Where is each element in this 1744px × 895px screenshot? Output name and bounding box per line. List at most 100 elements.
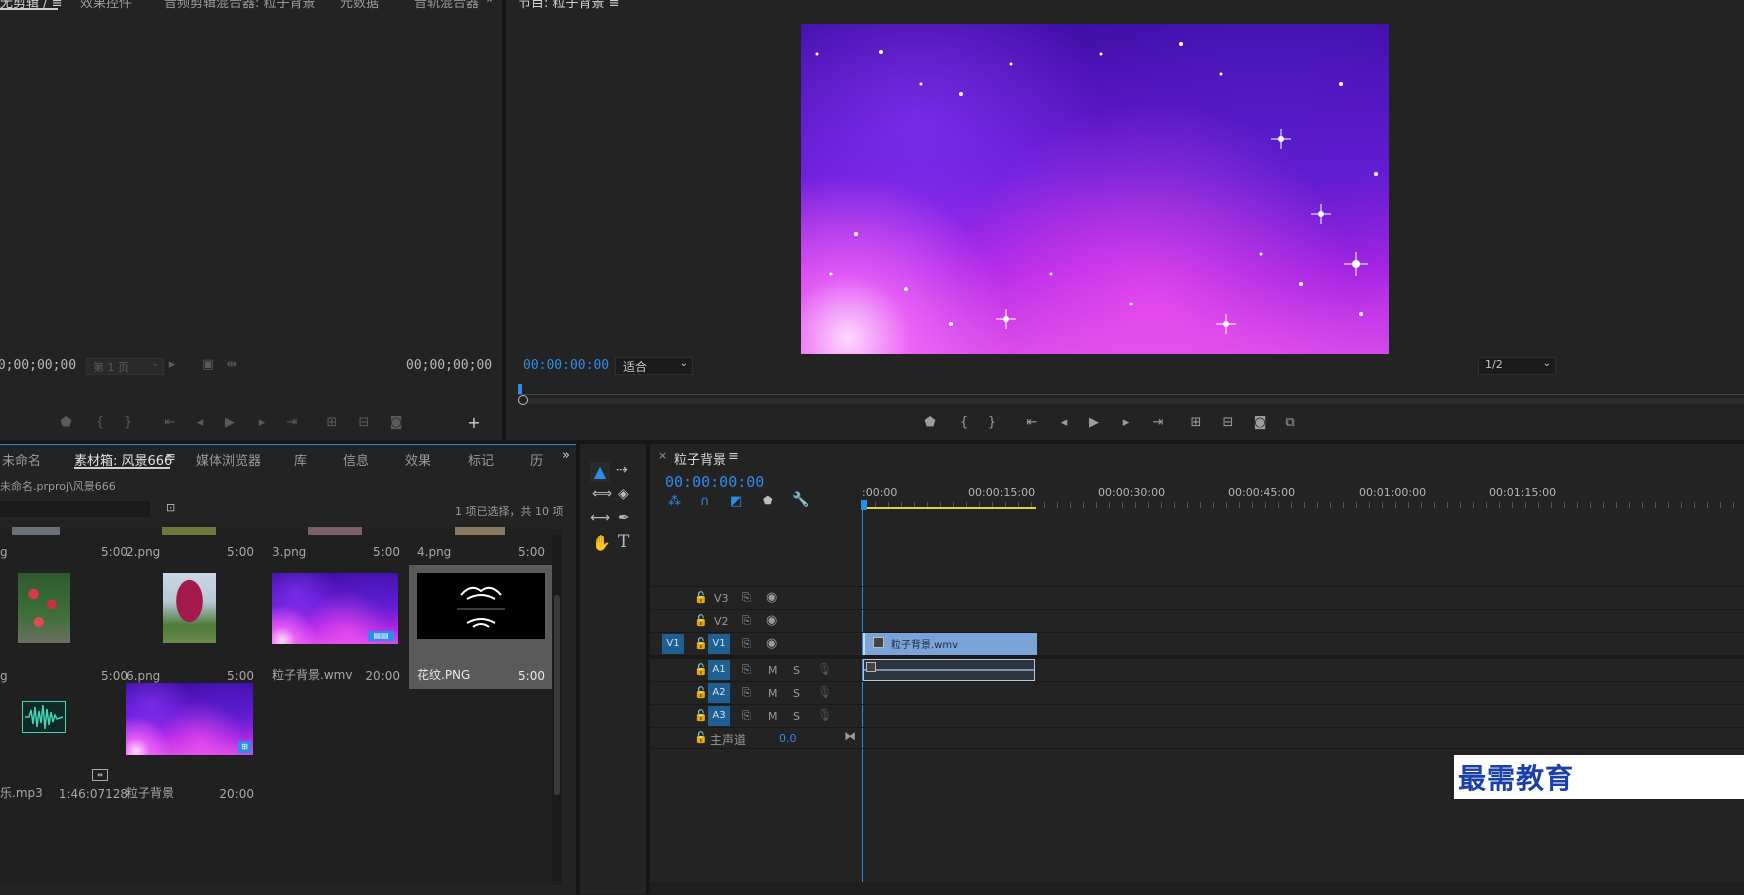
add-button-icon[interactable]: + <box>464 414 484 432</box>
go-to-in-icon[interactable]: ⇤ <box>160 414 180 432</box>
bin-item[interactable]: g 5:00 <box>0 565 136 689</box>
bin-item[interactable]: ⊞ 粒子背景 20:00 <box>118 683 262 807</box>
add-marker-icon[interactable]: ⬟ <box>763 494 773 507</box>
playhead-head[interactable] <box>861 500 867 510</box>
overwrite-clip-icon[interactable]: ⊟ <box>354 414 374 432</box>
go-to-out-icon[interactable]: ⇥ <box>1148 414 1168 432</box>
mark-in-icon[interactable]: { <box>954 414 974 432</box>
lock-icon[interactable]: 🔓 <box>694 731 708 744</box>
track-label-a2[interactable]: A2 <box>708 683 730 703</box>
lock-icon[interactable]: 🔓 <box>694 591 708 604</box>
sync-lock-icon[interactable]: ⎘ <box>742 614 751 628</box>
scrub-handle[interactable] <box>518 395 528 405</box>
scrollbar-thumb[interactable] <box>554 595 560 795</box>
microphone-icon[interactable]: 🎙 <box>817 708 832 722</box>
extract-icon[interactable]: ⊟ <box>1218 414 1238 432</box>
mark-out-icon[interactable]: } <box>118 414 138 432</box>
solo-button[interactable]: S <box>793 710 800 723</box>
bin-scrollbar[interactable] <box>552 535 562 881</box>
track-select-tool-icon[interactable]: ⇢ <box>616 462 628 478</box>
resolution-select[interactable]: 1/2 ⌄ <box>1478 357 1556 375</box>
page-select[interactable]: 第 1 页 ⌄ <box>86 358 164 375</box>
comparison-view-icon[interactable]: ⧉ <box>1280 414 1300 432</box>
bin-item[interactable]: 4.png 5:00 <box>409 441 553 565</box>
lock-icon[interactable]: 🔓 <box>694 663 708 676</box>
magnet-icon[interactable]: ∩ <box>700 494 710 509</box>
timeline-timecode[interactable]: 00:00:00:00 <box>665 473 764 491</box>
marker-icon[interactable]: ⬟ <box>56 414 76 432</box>
play-arrow-icon[interactable]: ▸ <box>162 356 182 374</box>
settings-icon[interactable]: ▣ <box>198 356 218 374</box>
bin-item[interactable]: 2.png 5:00 <box>118 441 262 565</box>
step-back-icon[interactable]: ◂ <box>190 414 210 432</box>
master-volume-value[interactable]: 0.0 <box>779 732 797 745</box>
track-label-v1[interactable]: V1 <box>708 634 730 654</box>
lock-icon[interactable]: 🔓 <box>694 709 708 722</box>
track-label-a3[interactable]: A3 <box>708 706 730 726</box>
eye-icon[interactable]: ◉ <box>766 613 777 628</box>
wrench-icon[interactable]: 🔧 <box>792 492 809 508</box>
track-label-v3[interactable]: V3 <box>714 592 729 605</box>
slip-tool-icon[interactable]: ⟷ <box>590 510 610 526</box>
solo-button[interactable]: S <box>793 687 800 700</box>
step-forward-icon[interactable]: ▸ <box>252 414 272 432</box>
mark-in-icon[interactable]: { <box>90 414 110 432</box>
microphone-icon[interactable]: 🎙 <box>817 685 832 699</box>
mark-out-icon[interactable]: } <box>982 414 1002 432</box>
track-label-a1[interactable]: A1 <box>708 660 730 680</box>
linked-selection-icon[interactable]: ◩ <box>730 494 742 509</box>
playhead-marker[interactable] <box>518 384 522 394</box>
lock-icon[interactable]: 🔓 <box>694 614 708 627</box>
bin-item-selected[interactable]: 花纹.PNG 5:00 <box>409 565 553 689</box>
solo-button[interactable]: S <box>793 664 800 677</box>
go-to-end-icon[interactable]: ⧓ <box>844 729 856 743</box>
eye-icon[interactable]: ◉ <box>766 636 777 651</box>
export-frame-icon[interactable]: ◙ <box>1250 414 1270 432</box>
lock-icon[interactable]: 🔓 <box>694 637 708 650</box>
source-patch-v1[interactable]: V1 <box>662 634 684 654</box>
close-icon[interactable]: × <box>658 449 667 462</box>
sync-lock-icon[interactable]: ⎘ <box>742 591 751 605</box>
work-area-bar[interactable] <box>862 507 1036 509</box>
insert-clip-icon[interactable]: ⊞ <box>322 414 342 432</box>
video-clip[interactable]: 粒子背景.wmv <box>863 633 1037 655</box>
program-scrub-bar[interactable] <box>518 395 1744 405</box>
sequence-tab[interactable]: 粒子背景 <box>674 449 726 468</box>
audio-clip[interactable] <box>863 659 1035 681</box>
track-label-v2[interactable]: V2 <box>714 615 729 628</box>
tab-audio-track-mixer[interactable]: 音轨混合器 <box>414 0 479 11</box>
bin-item[interactable]: ⇹ 乐.mp3 1:46:07128 <box>0 683 136 807</box>
sync-lock-icon[interactable]: ⎘ <box>742 663 751 677</box>
sync-lock-icon[interactable]: ⎘ <box>742 637 751 651</box>
bin-item[interactable]: 3.png 5:00 <box>264 441 408 565</box>
tab-effect-controls[interactable]: 效果控件 <box>80 0 132 11</box>
tab-metadata[interactable]: 元数据 <box>340 0 379 11</box>
ripple-edit-tool-icon[interactable]: ⟺ <box>592 486 612 502</box>
bin-item[interactable]: g 5:00 <box>0 441 136 565</box>
mute-button[interactable]: M <box>768 710 778 723</box>
lift-icon[interactable]: ⊞ <box>1186 414 1206 432</box>
program-timecode[interactable]: 00:00:00:00 <box>523 358 609 373</box>
program-mini-ruler[interactable] <box>518 382 1744 395</box>
selection-tool-icon[interactable]: ▲ <box>590 462 610 482</box>
source-timecode-in[interactable]: 00;00;00;00 <box>0 358 76 373</box>
type-tool-icon[interactable]: T <box>618 532 629 552</box>
program-monitor-title[interactable]: 节目: 粒子背景 ≡ <box>518 0 620 11</box>
snap-icon[interactable]: ⁂ <box>668 494 681 509</box>
step-back-icon[interactable]: ◂ <box>1054 414 1074 432</box>
tab-audio-clip-mixer[interactable]: 音频剪辑混合器: 粒子背景 <box>164 0 316 11</box>
mute-button[interactable]: M <box>768 687 778 700</box>
fit-select[interactable]: 适合 ⌄ <box>615 357 693 375</box>
insert-icon[interactable]: ⇹ <box>222 356 242 374</box>
more-tabs-icon[interactable]: » <box>486 0 494 7</box>
eye-icon[interactable]: ◉ <box>766 590 777 605</box>
time-ruler[interactable]: :00:00 00:00:15:00 00:00:30:00 00:00:45:… <box>861 480 1744 510</box>
menu-icon[interactable]: ≡ <box>728 449 739 464</box>
play-icon[interactable]: ▶ <box>220 414 240 432</box>
timeline-scrollbar[interactable] <box>650 882 1744 894</box>
mute-button[interactable]: M <box>768 664 778 677</box>
play-icon[interactable]: ▶ <box>1084 414 1104 432</box>
go-to-in-icon[interactable]: ⇤ <box>1022 414 1042 432</box>
marker-icon[interactable]: ⬟ <box>920 414 940 432</box>
microphone-icon[interactable]: 🎙 <box>817 662 832 676</box>
